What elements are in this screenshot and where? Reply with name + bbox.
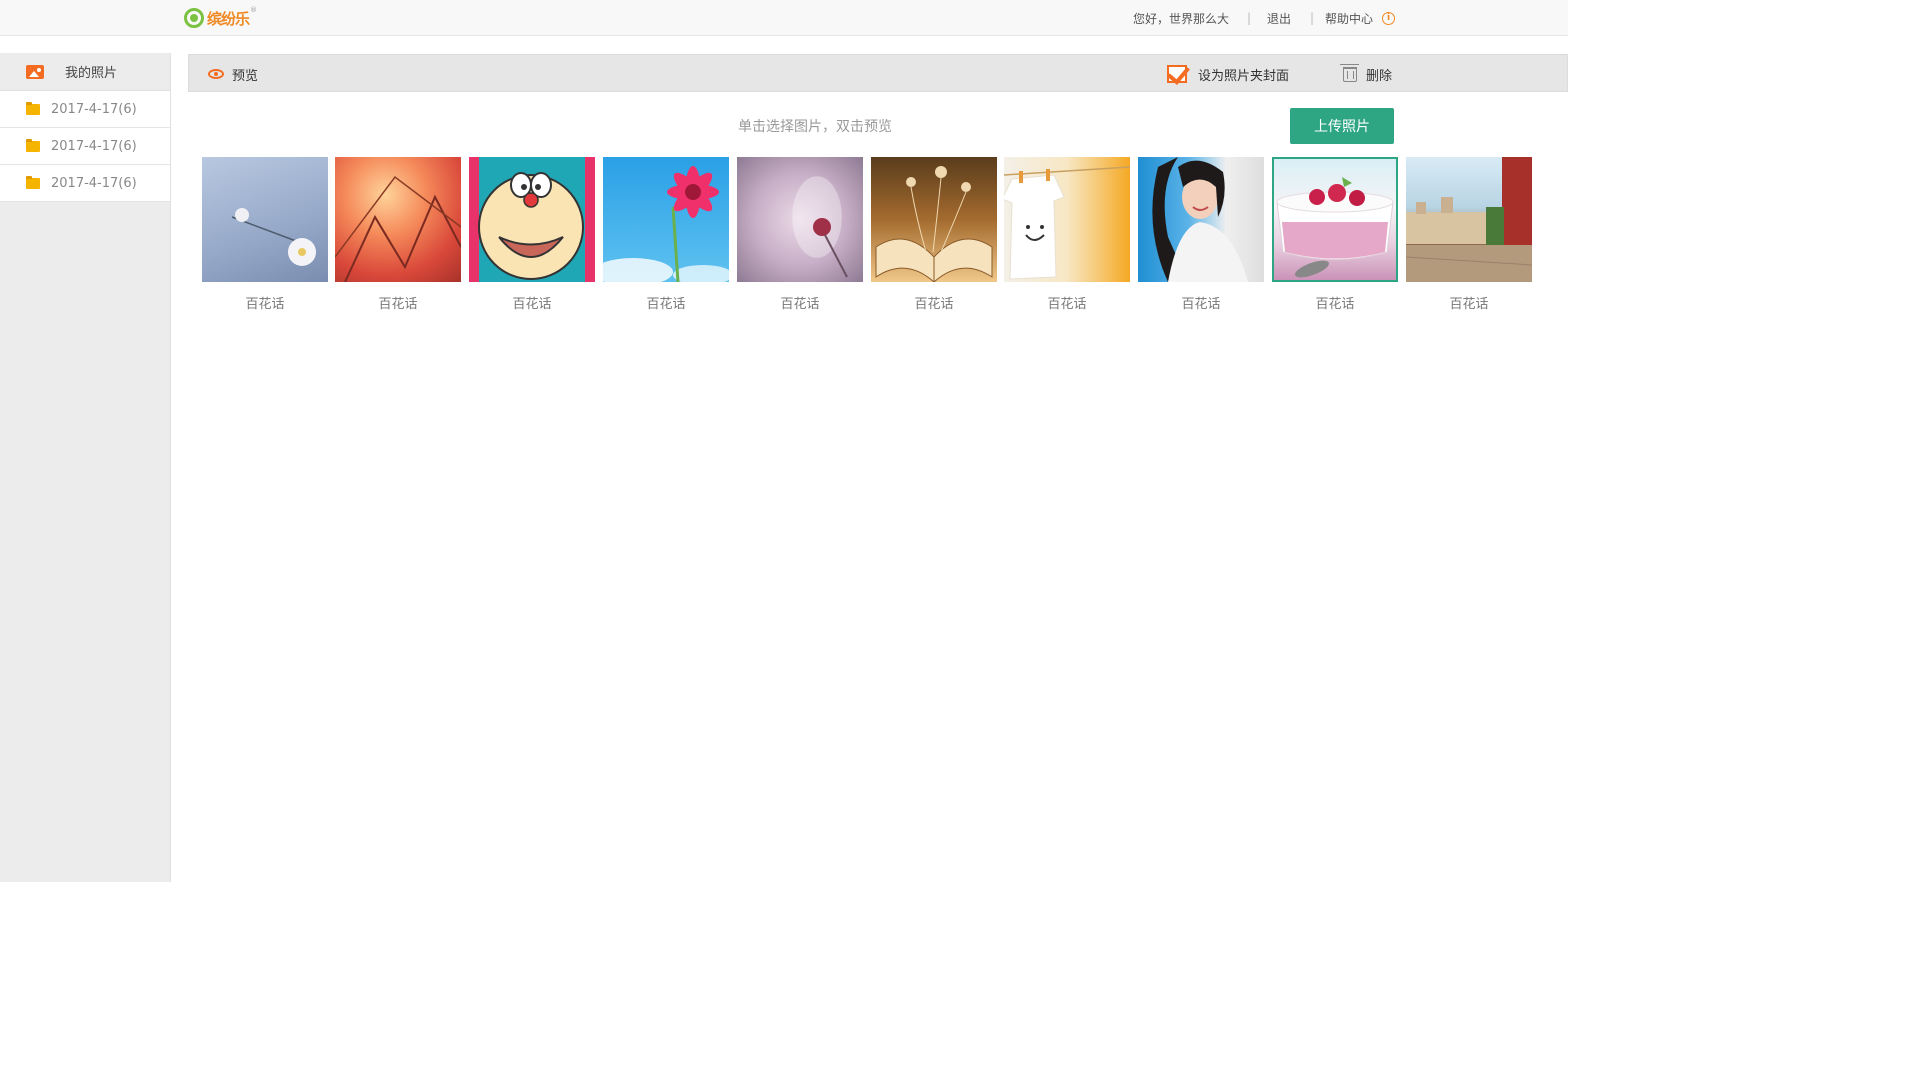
- photo-thumbnail[interactable]: 百花话: [603, 157, 729, 312]
- photo-thumbnail[interactable]: 百花话: [871, 157, 997, 312]
- sidebar: 我的照片 2017-4-17(6) 2017-4-17(6) 2017-4-17…: [0, 53, 171, 882]
- photo-caption: 百花话: [245, 297, 285, 312]
- logo-registered-mark: ®: [250, 6, 258, 14]
- photo-caption: 百花话: [914, 297, 954, 312]
- set-cover-label: 设为照片夹封面: [1198, 68, 1290, 84]
- logout-link[interactable]: 退出: [1267, 10, 1291, 27]
- sidebar-item-album[interactable]: 2017-4-17(6): [0, 91, 170, 128]
- trash-icon: [1340, 63, 1359, 82]
- greeting-text: 您好，世界那么大: [1133, 11, 1230, 26]
- photo-image[interactable]: [1272, 157, 1398, 282]
- photo-thumbnail[interactable]: 百花话: [737, 157, 863, 312]
- sidebar-item-label: 2017-4-17(6): [51, 101, 137, 117]
- photo-thumbnail[interactable]: 百花话: [1004, 157, 1130, 312]
- folder-icon: [26, 175, 40, 189]
- photo-image[interactable]: [202, 157, 328, 282]
- checkbox-check-icon: [1167, 65, 1187, 83]
- photo-thumbnail[interactable]: 百花话: [202, 157, 328, 312]
- sidebar-item-label: 2017-4-17(6): [51, 175, 137, 191]
- photo-caption: 百花话: [1047, 297, 1087, 312]
- sidebar-item-album[interactable]: 2017-4-17(6): [0, 128, 170, 165]
- photo-caption: 百花话: [1449, 297, 1489, 312]
- photo-image[interactable]: [737, 157, 863, 282]
- sidebar-title: 我的照片: [65, 66, 118, 81]
- preview-label: 预览: [232, 68, 259, 84]
- photo-icon: [26, 64, 44, 79]
- help-center-link[interactable]: 帮助中心: [1325, 10, 1373, 27]
- photo-image[interactable]: [603, 157, 729, 282]
- photo-thumbnail[interactable]: 百花话: [335, 157, 461, 312]
- photo-image[interactable]: [335, 157, 461, 282]
- separator: |: [1310, 11, 1315, 25]
- sidebar-item-label: 2017-4-17(6): [51, 138, 137, 154]
- photo-image[interactable]: [1004, 157, 1130, 282]
- photo-image[interactable]: [1406, 157, 1532, 282]
- eye-icon: [208, 69, 224, 79]
- photo-thumbnail[interactable]: 百花话: [1138, 157, 1264, 312]
- top-bar: 缤纷乐 ® 您好，世界那么大 | 退出 | 帮助中心 i: [0, 0, 1568, 36]
- photo-image[interactable]: [469, 157, 595, 282]
- photo-thumbnail[interactable]: 百花话: [1272, 157, 1398, 312]
- photo-caption: 百花话: [512, 297, 552, 312]
- photo-caption: 百花话: [378, 297, 418, 312]
- logo-mark-icon: [184, 8, 204, 28]
- info-icon[interactable]: i: [1382, 12, 1395, 25]
- photo-thumbnail[interactable]: 百花话: [1406, 157, 1532, 312]
- sidebar-item-album[interactable]: 2017-4-17(6): [0, 165, 170, 202]
- photo-image[interactable]: [1138, 157, 1264, 282]
- selection-hint: 单击选择图片，双击预览: [738, 119, 892, 135]
- delete-button[interactable]: 删除: [1340, 55, 1393, 93]
- folder-icon: [26, 138, 40, 152]
- photo-image[interactable]: [871, 157, 997, 282]
- logo-text: 缤纷乐: [207, 9, 250, 28]
- photo-caption: 百花话: [646, 297, 686, 312]
- photo-caption: 百花话: [1181, 297, 1221, 312]
- logo[interactable]: 缤纷乐 ®: [184, 6, 257, 30]
- separator: |: [1247, 11, 1252, 25]
- photo-thumbnail[interactable]: 百花话: [469, 157, 595, 312]
- set-cover-button[interactable]: 设为照片夹封面: [1167, 55, 1289, 93]
- photo-toolbar: 预览 设为照片夹封面 删除: [188, 54, 1568, 92]
- preview-button[interactable]: 预览: [208, 55, 258, 93]
- delete-label: 删除: [1366, 68, 1393, 84]
- photo-caption: 百花话: [1315, 297, 1355, 312]
- photo-caption: 百花话: [780, 297, 820, 312]
- sidebar-item-my-photos[interactable]: 我的照片: [0, 53, 170, 91]
- folder-icon: [26, 101, 40, 115]
- upload-photo-button[interactable]: 上传照片: [1290, 108, 1394, 144]
